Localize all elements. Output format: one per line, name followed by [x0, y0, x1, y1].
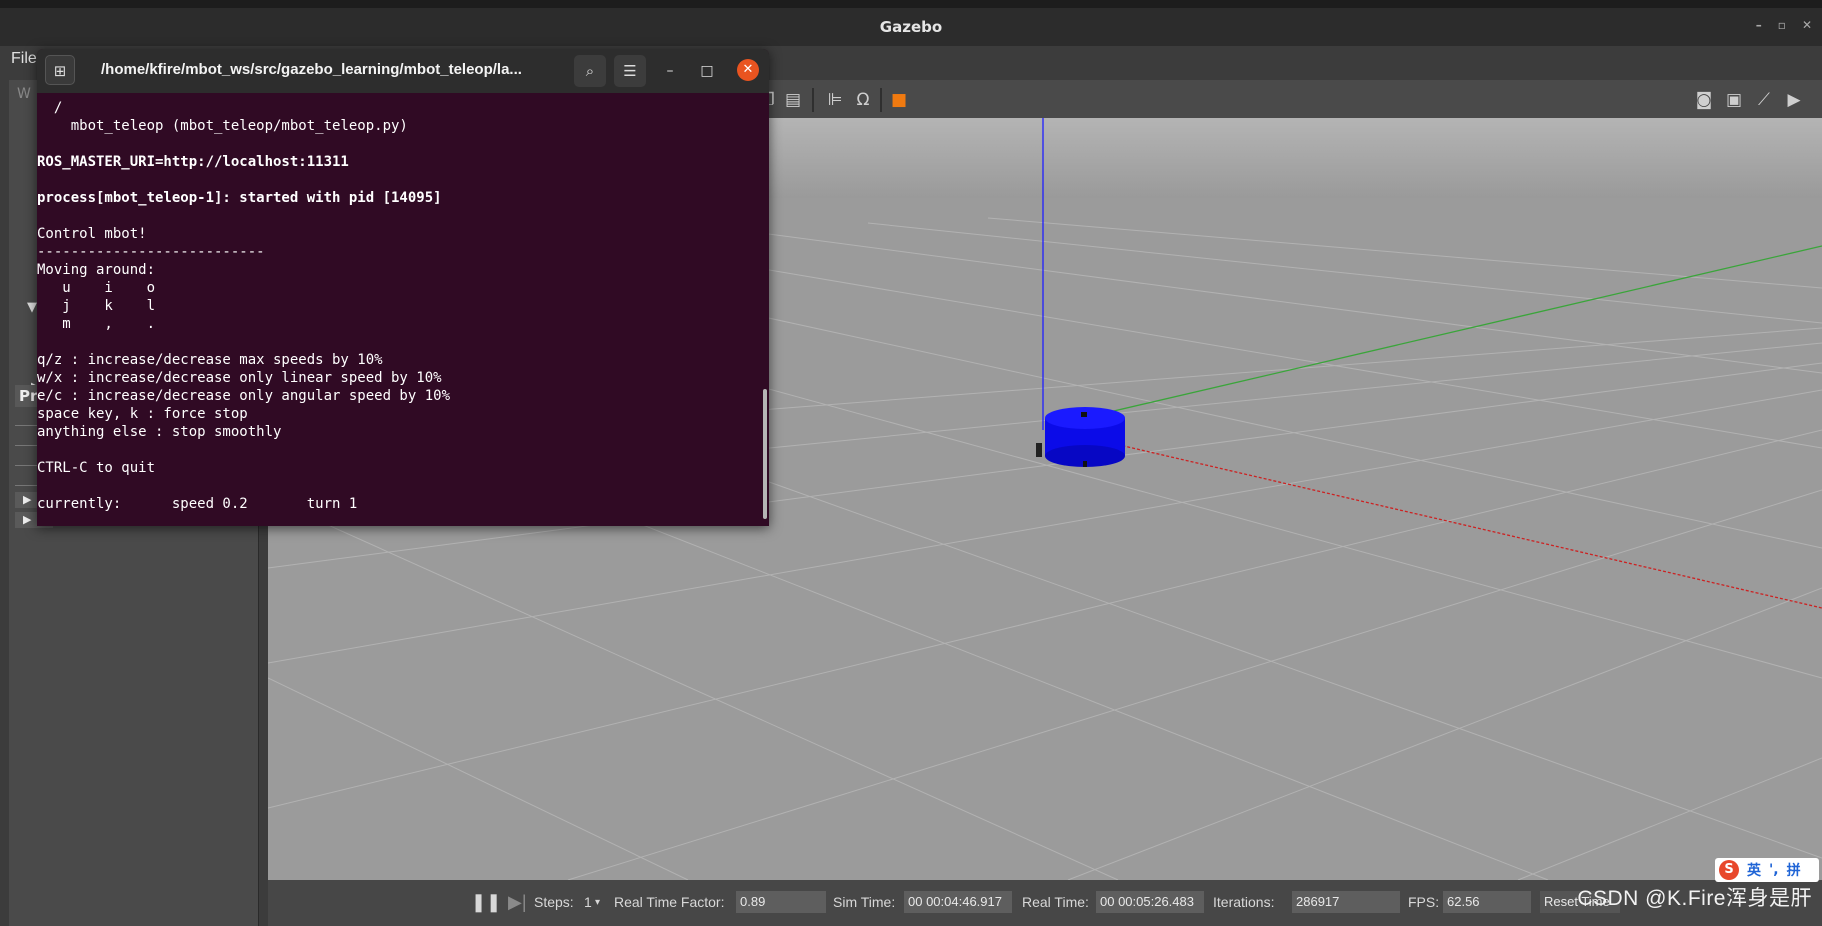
screenshot-icon[interactable]: ◙: [1693, 89, 1715, 111]
toolbar-separator: [880, 88, 882, 112]
ime-mode: 拼: [1786, 863, 1801, 879]
new-tab-icon[interactable]: ⊞: [45, 55, 75, 85]
sim-time-label: Sim Time:: [833, 894, 896, 910]
real-time-field: 00 00:05:26.483: [1096, 891, 1204, 913]
system-top-bar: [0, 0, 1822, 8]
terminal-line: u i o: [37, 280, 156, 296]
terminal-scrollbar[interactable]: [763, 389, 767, 519]
minimize-icon[interactable]: –: [1756, 18, 1762, 32]
fps-label: FPS:: [1408, 894, 1440, 910]
iterations-label: Iterations:: [1213, 894, 1275, 910]
terminal-line: q/z : increase/decrease max speeds by 10…: [37, 352, 383, 368]
close-icon[interactable]: ✕: [737, 59, 759, 81]
terminal-line: anything else : stop smoothly: [37, 424, 282, 440]
terminal-line: Control mbot!: [37, 226, 147, 242]
terminal-line: /: [37, 100, 63, 116]
menu-icon[interactable]: ☰: [614, 55, 646, 87]
real-time-label: Real Time:: [1022, 894, 1089, 910]
maximize-icon[interactable]: □: [697, 61, 717, 81]
window-controls: – ▫ ✕: [1756, 18, 1812, 32]
search-icon[interactable]: ⌕: [574, 55, 606, 87]
close-icon[interactable]: ✕: [1802, 18, 1812, 32]
terminal-text: / mbot_teleop (mbot_teleop/mbot_teleop.p…: [37, 93, 769, 513]
ime-logo-icon: S: [1719, 860, 1739, 880]
step-icon[interactable]: ▶|: [508, 892, 527, 913]
rtf-label: Real Time Factor:: [614, 894, 725, 910]
plot-icon[interactable]: ⟋: [1753, 89, 1775, 111]
align-icon[interactable]: ⊫: [824, 89, 846, 111]
robot-model[interactable]: [1036, 407, 1125, 467]
toolbar-separator: [812, 88, 814, 112]
menu-file[interactable]: File: [11, 50, 37, 68]
fps-field: 62.56: [1443, 891, 1531, 913]
maximize-icon[interactable]: ▫: [1778, 18, 1786, 32]
pause-icon[interactable]: ❚❚: [471, 892, 501, 913]
gazebo-title-bar: Gazebo – ▫ ✕: [0, 8, 1822, 46]
sim-time-field: 00 00:04:46.917: [904, 891, 1012, 913]
minimize-icon[interactable]: –: [660, 61, 680, 81]
terminal-line: space key, k : force stop: [37, 406, 248, 422]
terminal-window[interactable]: ⊞ /home/kfire/mbot_ws/src/gazebo_learnin…: [37, 49, 769, 526]
terminal-line: e/c : increase/decrease only angular spe…: [37, 388, 451, 404]
ime-indicator[interactable]: S 英 ', 拼: [1715, 858, 1819, 882]
paste-icon[interactable]: ▤: [782, 89, 804, 111]
terminal-line: ROS_MASTER_URI=http://localhost:11311: [37, 154, 349, 170]
terminal-title: /home/kfire/mbot_ws/src/gazebo_learning/…: [101, 61, 522, 78]
steps-dropdown-icon[interactable]: ▾: [595, 897, 600, 908]
ime-language: 英: [1747, 863, 1761, 879]
terminal-line: currently: speed 0.2 turn 1: [37, 496, 358, 512]
terminal-header: ⊞ /home/kfire/mbot_ws/src/gazebo_learnin…: [37, 49, 769, 93]
terminal-line: Moving around:: [37, 262, 156, 278]
terminal-line: CTRL-C to quit: [37, 460, 156, 476]
terminal-line: j k l: [37, 298, 156, 314]
rtf-field: 0.89: [736, 891, 826, 913]
watermark: CSDN @K.Fire浑身是肝: [1577, 887, 1812, 910]
steps-label: Steps:: [534, 894, 574, 910]
view-angle-icon[interactable]: ■: [888, 89, 910, 111]
terminal-line: process[mbot_teleop-1]: started with pid…: [37, 190, 442, 206]
ime-punctuation: ',: [1769, 862, 1779, 878]
expand-down-icon[interactable]: ▼: [27, 300, 37, 315]
log-icon[interactable]: ▣: [1723, 89, 1745, 111]
terminal-line: w/x : increase/decrease only linear spee…: [37, 370, 442, 386]
snap-icon[interactable]: Ω: [852, 89, 874, 111]
window-title: Gazebo: [879, 18, 943, 36]
video-record-icon[interactable]: ▶: [1783, 89, 1805, 111]
terminal-line: mbot_teleop (mbot_teleop/mbot_teleop.py): [37, 118, 408, 134]
terminal-line: ---------------------------: [37, 244, 265, 260]
steps-value[interactable]: 1: [584, 894, 592, 910]
iterations-field: 286917: [1292, 891, 1400, 913]
terminal-output[interactable]: / mbot_teleop (mbot_teleop/mbot_teleop.p…: [37, 93, 769, 526]
terminal-line: m , .: [37, 316, 156, 332]
